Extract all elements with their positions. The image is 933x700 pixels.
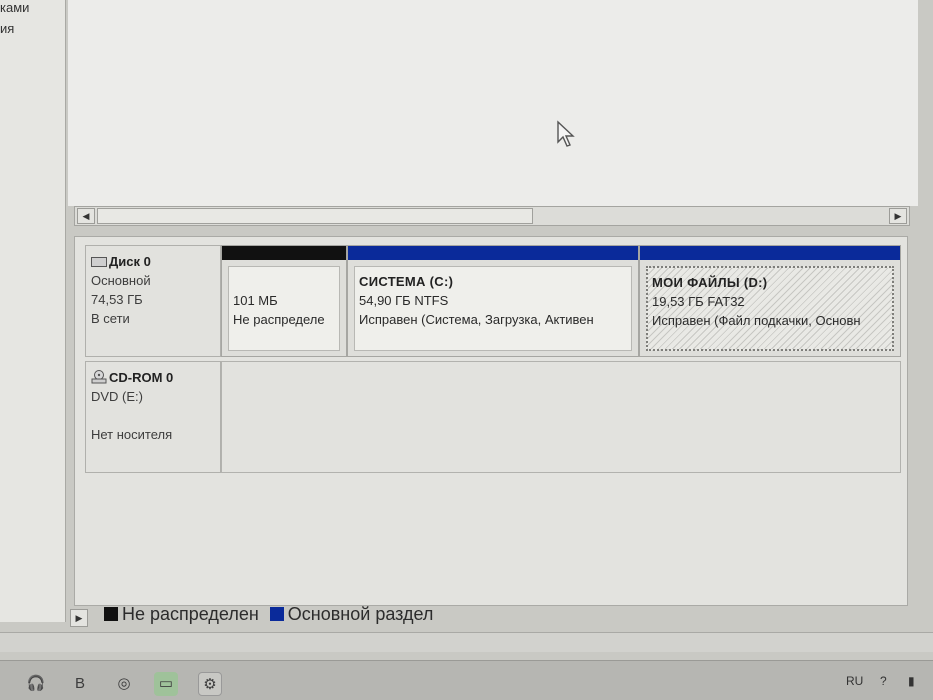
partition-status: Исправен (Файл подкачки, Основн — [652, 313, 861, 328]
partition-name: МОИ ФАЙЛЫ (D:) — [652, 275, 768, 290]
volume-list-pane[interactable] — [68, 0, 918, 206]
legend-item-primary: Основной раздел — [269, 604, 434, 624]
cdrom-0-row: CD-ROM 0 DVD (E:) Нет носителя — [85, 361, 901, 473]
cdrom-status: Нет носителя — [91, 427, 173, 442]
arrow-left-icon[interactable]: ◀ — [77, 208, 95, 224]
hard-disk-icon — [91, 257, 107, 267]
disk-management-task-icon[interactable]: ⚙ — [198, 672, 222, 696]
cdrom-type: DVD (E:) — [91, 389, 143, 404]
partition-body: 101 МБ Не распределе — [228, 266, 340, 351]
partition-size: 54,90 ГБ NTFS — [359, 293, 449, 308]
disk-map-pane: Диск 0 Основной 74,53 ГБ В сети 101 МБ Н… — [74, 236, 908, 606]
legend-item-unallocated: Не распределен — [104, 604, 264, 624]
legend-swatch — [269, 607, 284, 621]
horizontal-scrollbar[interactable]: ◀ ▶ — [74, 206, 910, 226]
scrollbar-thumb[interactable] — [97, 208, 533, 224]
disk-0-row: Диск 0 Основной 74,53 ГБ В сети 101 МБ Н… — [85, 245, 901, 357]
disk-title: Диск 0 — [109, 254, 151, 269]
partition-name: СИСТЕМА (C:) — [359, 274, 454, 289]
partition-body: СИСТЕМА (C:) 54,90 ГБ NTFS Исправен (Сис… — [354, 266, 632, 351]
legend-label: Основной раздел — [287, 604, 434, 624]
partition-status: Не распределе — [233, 312, 325, 327]
disk-status: В сети — [91, 311, 130, 326]
help-icon[interactable]: ? — [880, 674, 887, 688]
partition-c[interactable]: СИСТЕМА (C:) 54,90 ГБ NTFS Исправен (Сис… — [347, 245, 639, 357]
partition-size: 19,53 ГБ FAT32 — [652, 294, 745, 309]
left-pane-text-2: ия — [0, 21, 15, 36]
legend: Не распределен Основной раздел — [104, 604, 439, 625]
arrow-right-icon[interactable]: ▶ — [70, 609, 88, 627]
partition-status: Исправен (Система, Загрузка, Активен — [359, 312, 594, 327]
headphones-icon[interactable]: 🎧 — [24, 672, 48, 696]
left-pane: ками ия — [0, 0, 66, 622]
app-window-icon[interactable]: ▭ — [154, 672, 178, 696]
legend-label: Не распределен — [122, 604, 259, 624]
cdrom-0-label[interactable]: CD-ROM 0 DVD (E:) Нет носителя — [85, 361, 221, 473]
partition-bar — [348, 246, 638, 260]
partition-bar — [640, 246, 900, 260]
mouse-pointer-icon — [557, 120, 575, 147]
disk-type: Основной — [91, 273, 151, 288]
status-bar — [0, 632, 933, 652]
partition-size: 101 МБ — [233, 293, 278, 308]
partition-d[interactable]: МОИ ФАЙЛЫ (D:) 19,53 ГБ FAT32 Исправен (… — [639, 245, 901, 357]
arrow-right-icon[interactable]: ▶ — [889, 208, 907, 224]
b-app-icon[interactable]: B — [68, 672, 92, 696]
language-indicator[interactable]: RU — [846, 674, 863, 688]
cd-rom-icon — [91, 370, 107, 384]
cdrom-0-area[interactable] — [221, 361, 901, 473]
partition-unallocated[interactable]: 101 МБ Не распределе — [221, 245, 347, 357]
legend-swatch — [104, 607, 118, 621]
disk-0-label[interactable]: Диск 0 Основной 74,53 ГБ В сети — [85, 245, 221, 357]
partition-bar — [222, 246, 346, 260]
left-pane-text-1: ками — [0, 0, 30, 15]
cdrom-title: CD-ROM 0 — [109, 370, 174, 385]
taskbar — [0, 660, 933, 700]
partition-body: МОИ ФАЙЛЫ (D:) 19,53 ГБ FAT32 Исправен (… — [646, 266, 894, 351]
disk-size: 74,53 ГБ — [91, 292, 143, 307]
browser-icon[interactable]: ◎ — [112, 672, 136, 696]
network-icon[interactable]: ▮ — [908, 674, 915, 688]
partition-name — [233, 272, 335, 291]
